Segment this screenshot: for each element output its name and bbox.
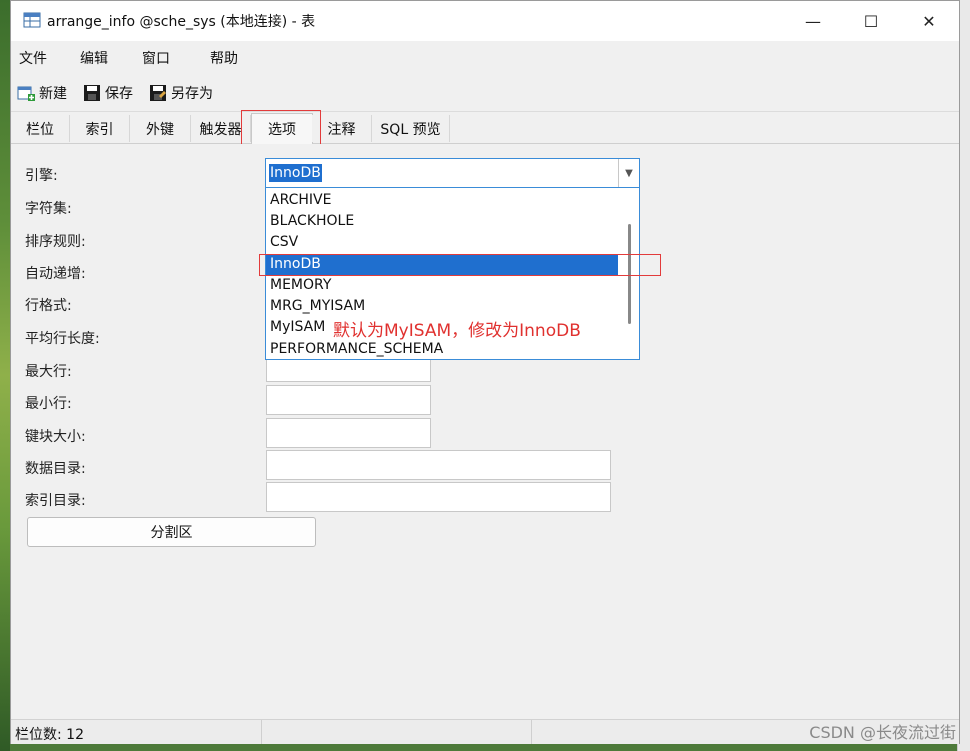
title-bar[interactable]: arrange_info @sche_sys (本地连接) - 表 — ☐ ✕ (11, 1, 959, 41)
menu-file[interactable]: 文件 (19, 48, 47, 68)
engine-option[interactable]: CSV (266, 232, 618, 253)
dropdown-scrollbar[interactable] (621, 188, 639, 359)
engine-option[interactable]: BLACKHOLE (266, 211, 618, 232)
label-avg-row-length: 平均行长度: (25, 331, 100, 347)
tab-foreign-keys[interactable]: 外键 (130, 115, 191, 142)
annotation-text: 默认为MyISAM，修改为InnoDB (333, 321, 581, 341)
new-table-icon (17, 84, 35, 102)
scrollbar-thumb[interactable] (628, 224, 631, 324)
tab-columns[interactable]: 栏位 (11, 115, 70, 142)
save-button[interactable]: 保存 (83, 82, 133, 104)
label-charset: 字符集: (25, 201, 72, 217)
tab-bar: 栏位 索引 外键 触发器 选项 注释 SQL 预览 (11, 113, 959, 144)
minimize-button[interactable]: — (784, 1, 842, 41)
engine-option[interactable]: PERFORMANCE_SCHEMA (266, 339, 618, 359)
menu-bar: 文件 编辑 窗口 帮助 (11, 41, 959, 73)
tab-comments[interactable]: 注释 (312, 115, 372, 142)
save-as-icon (149, 84, 167, 102)
label-data-directory: 数据目录: (25, 461, 86, 477)
tab-indexes[interactable]: 索引 (70, 115, 130, 142)
watermark: CSDN @长夜流过街 (809, 723, 956, 742)
toolbar: 新建 保存 另存为 (11, 73, 959, 112)
status-divider (531, 720, 532, 744)
label-auto-increment: 自动递增: (25, 266, 86, 282)
engine-option[interactable]: ARCHIVE (266, 190, 618, 211)
engine-option[interactable]: MRG_MYISAM (266, 296, 618, 317)
window-title: arrange_info @sche_sys (本地连接) - 表 (47, 14, 316, 30)
tab-triggers[interactable]: 触发器 (191, 115, 251, 142)
engine-option-selected[interactable]: InnoDB (266, 254, 618, 275)
key-block-size-input[interactable] (266, 418, 431, 448)
close-button[interactable]: ✕ (900, 1, 958, 41)
label-collation: 排序规则: (25, 234, 86, 250)
label-row-format: 行格式: (25, 298, 72, 314)
menu-edit[interactable]: 编辑 (80, 48, 108, 68)
new-label: 新建 (39, 86, 67, 102)
engine-selected-value: InnoDB (269, 164, 322, 182)
menu-help[interactable]: 帮助 (210, 48, 238, 68)
save-as-label: 另存为 (171, 86, 213, 102)
engine-option[interactable]: MEMORY (266, 275, 618, 296)
data-directory-input[interactable] (266, 450, 611, 480)
table-design-window: arrange_info @sche_sys (本地连接) - 表 — ☐ ✕ … (10, 0, 960, 744)
label-key-block-size: 键块大小: (25, 429, 86, 445)
desktop-background-left (0, 0, 10, 751)
table-icon (23, 11, 41, 29)
engine-select[interactable]: InnoDB ▼ (265, 158, 640, 188)
field-count: 栏位数: 12 (15, 727, 84, 743)
new-button[interactable]: 新建 (17, 82, 67, 104)
partition-button[interactable]: 分割区 (27, 517, 316, 547)
save-label: 保存 (105, 86, 133, 102)
label-max-rows: 最大行: (25, 364, 72, 380)
menu-window[interactable]: 窗口 (142, 48, 170, 68)
min-rows-input[interactable] (266, 385, 431, 415)
index-directory-input[interactable] (266, 482, 611, 512)
label-index-directory: 索引目录: (25, 493, 86, 509)
label-engine: 引擎: (25, 168, 58, 184)
save-as-button[interactable]: 另存为 (149, 82, 213, 104)
chevron-down-icon[interactable]: ▼ (618, 159, 639, 187)
tab-options[interactable]: 选项 (251, 113, 313, 144)
save-icon (83, 84, 101, 102)
status-divider (261, 720, 262, 744)
maximize-button[interactable]: ☐ (842, 1, 900, 41)
tab-sql-preview[interactable]: SQL 预览 (372, 115, 450, 142)
label-min-rows: 最小行: (25, 396, 72, 412)
